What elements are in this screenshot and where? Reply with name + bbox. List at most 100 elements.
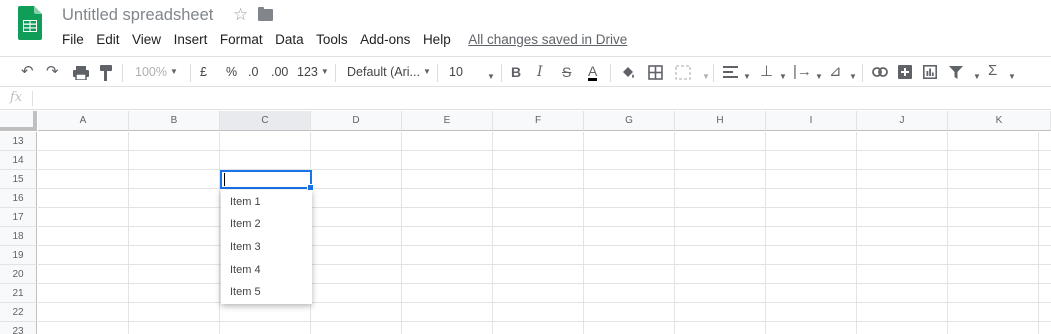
print-icon[interactable] xyxy=(73,66,89,80)
menu-edit[interactable]: Edit xyxy=(96,32,119,47)
row-header-19[interactable]: 19 xyxy=(0,246,37,265)
row-header-21[interactable]: 21 xyxy=(0,284,37,303)
row-gridline xyxy=(38,169,1051,170)
toolbar-separator xyxy=(862,64,863,82)
column-header-c[interactable]: C xyxy=(220,111,311,131)
toolbar-separator xyxy=(190,64,191,82)
dropdown-item-3[interactable]: Item 3 xyxy=(230,241,261,253)
text-rotation-icon[interactable]: ⊿ xyxy=(829,64,842,80)
chevron-down-icon[interactable]: ▼ xyxy=(702,69,710,85)
column-gridline xyxy=(492,132,493,334)
column-gridline xyxy=(1038,132,1039,334)
document-title[interactable]: Untitled spreadsheet xyxy=(62,6,213,25)
chevron-down-icon[interactable]: ▼ xyxy=(973,69,981,85)
menu-help[interactable]: Help xyxy=(423,32,451,47)
menu-tools[interactable]: Tools xyxy=(316,32,348,47)
text-color-button[interactable]: A xyxy=(588,64,598,81)
functions-button[interactable]: Σ xyxy=(988,63,997,79)
row-header-14[interactable]: 14 xyxy=(0,151,37,170)
borders-icon[interactable] xyxy=(648,65,663,80)
text-cursor xyxy=(224,173,225,186)
row-header-23[interactable]: 23 xyxy=(0,322,37,334)
strikethrough-button[interactable]: S xyxy=(562,64,571,80)
sheets-logo-icon[interactable] xyxy=(18,6,42,40)
fx-icon: fx xyxy=(10,90,23,105)
insert-comment-icon[interactable] xyxy=(898,65,912,79)
menu-data[interactable]: Data xyxy=(275,32,304,47)
row-header-22[interactable]: 22 xyxy=(0,303,37,322)
row-header-17[interactable]: 17 xyxy=(0,208,37,227)
dropdown-item-5[interactable]: Item 5 xyxy=(230,286,261,298)
redo-icon[interactable]: ↷ xyxy=(46,64,59,80)
percent-format-button[interactable]: % xyxy=(226,64,237,80)
column-gridline xyxy=(128,132,129,334)
row-header-16[interactable]: 16 xyxy=(0,189,37,208)
chevron-down-icon[interactable]: ▼ xyxy=(815,69,823,85)
insert-chart-icon[interactable] xyxy=(923,65,937,79)
save-status-link[interactable]: All changes saved in Drive xyxy=(468,32,627,47)
zoom-value: 100% xyxy=(135,65,167,79)
paint-format-icon[interactable] xyxy=(100,65,112,81)
row-gridline xyxy=(38,302,1051,303)
row-header-20[interactable]: 20 xyxy=(0,265,37,284)
zoom-select[interactable]: 100% ▼ xyxy=(135,64,178,80)
dropdown-item-1[interactable]: Item 1 xyxy=(230,196,261,208)
chevron-down-icon[interactable]: ▼ xyxy=(849,69,857,85)
row-gridline xyxy=(38,321,1051,322)
menu-insert[interactable]: Insert xyxy=(174,32,208,47)
toolbar-separator xyxy=(501,64,502,82)
filter-icon[interactable] xyxy=(949,66,963,79)
active-cell-c15[interactable] xyxy=(220,170,314,191)
row-gridline xyxy=(38,150,1051,151)
merge-cells-icon[interactable] xyxy=(675,65,691,80)
row-header-18[interactable]: 18 xyxy=(0,227,37,246)
italic-button[interactable]: I xyxy=(537,64,543,80)
toolbar-separator xyxy=(610,64,611,82)
column-header-a[interactable]: A xyxy=(38,111,129,131)
bold-button[interactable]: B xyxy=(511,64,521,80)
font-select[interactable]: Default (Ari... ▼ xyxy=(347,64,431,80)
undo-icon[interactable]: ↶ xyxy=(21,64,34,80)
column-header-i[interactable]: I xyxy=(766,111,857,131)
chevron-down-icon[interactable]: ▼ xyxy=(1008,69,1016,85)
row-gridline xyxy=(38,188,1051,189)
decrease-decimals-button[interactable]: .0 xyxy=(248,64,258,80)
more-formats-button[interactable]: 123 ▼ xyxy=(297,64,329,80)
dropdown-item-4[interactable]: Item 4 xyxy=(230,264,261,276)
select-all-corner[interactable] xyxy=(0,111,37,131)
column-header-k[interactable]: K xyxy=(948,111,1051,131)
column-header-g[interactable]: G xyxy=(584,111,675,131)
chevron-down-icon[interactable]: ▼ xyxy=(487,69,495,85)
text-wrapping-icon[interactable]: |→ xyxy=(793,64,812,80)
dropdown-item-2[interactable]: Item 2 xyxy=(230,218,261,230)
row-header-15[interactable]: 15 xyxy=(0,170,37,189)
menu-view[interactable]: View xyxy=(132,32,161,47)
menu-format[interactable]: Format xyxy=(220,32,263,47)
font-value: Default (Ari... xyxy=(347,65,420,79)
formula-input[interactable] xyxy=(38,90,1038,107)
chevron-down-icon: ▼ xyxy=(422,67,431,76)
column-header-b[interactable]: B xyxy=(129,111,220,131)
row-header-13[interactable]: 13 xyxy=(0,132,37,151)
row-gridline xyxy=(38,264,1051,265)
menu-add-ons[interactable]: Add-ons xyxy=(360,32,410,47)
menu-file[interactable]: File xyxy=(62,32,84,47)
horizontal-align-icon[interactable] xyxy=(723,66,738,79)
column-header-d[interactable]: D xyxy=(311,111,402,131)
column-header-j[interactable]: J xyxy=(857,111,948,131)
vertical-align-icon[interactable]: ⊥ xyxy=(760,64,773,80)
chevron-down-icon[interactable]: ▼ xyxy=(779,69,787,85)
star-icon[interactable]: ☆ xyxy=(233,5,248,25)
currency-format-button[interactable]: £ xyxy=(200,64,207,80)
font-size-value[interactable]: 10 xyxy=(449,64,463,80)
insert-link-icon[interactable] xyxy=(872,67,888,77)
increase-decimals-button[interactable]: .00 xyxy=(271,64,288,80)
more-formats-label: 123 xyxy=(297,65,318,79)
column-header-f[interactable]: F xyxy=(493,111,584,131)
column-header-e[interactable]: E xyxy=(402,111,493,131)
column-header-h[interactable]: H xyxy=(675,111,766,131)
chevron-down-icon[interactable]: ▼ xyxy=(743,69,751,85)
chevron-down-icon: ▼ xyxy=(320,67,329,76)
folder-icon[interactable] xyxy=(258,7,273,21)
fill-color-icon[interactable] xyxy=(621,65,636,80)
